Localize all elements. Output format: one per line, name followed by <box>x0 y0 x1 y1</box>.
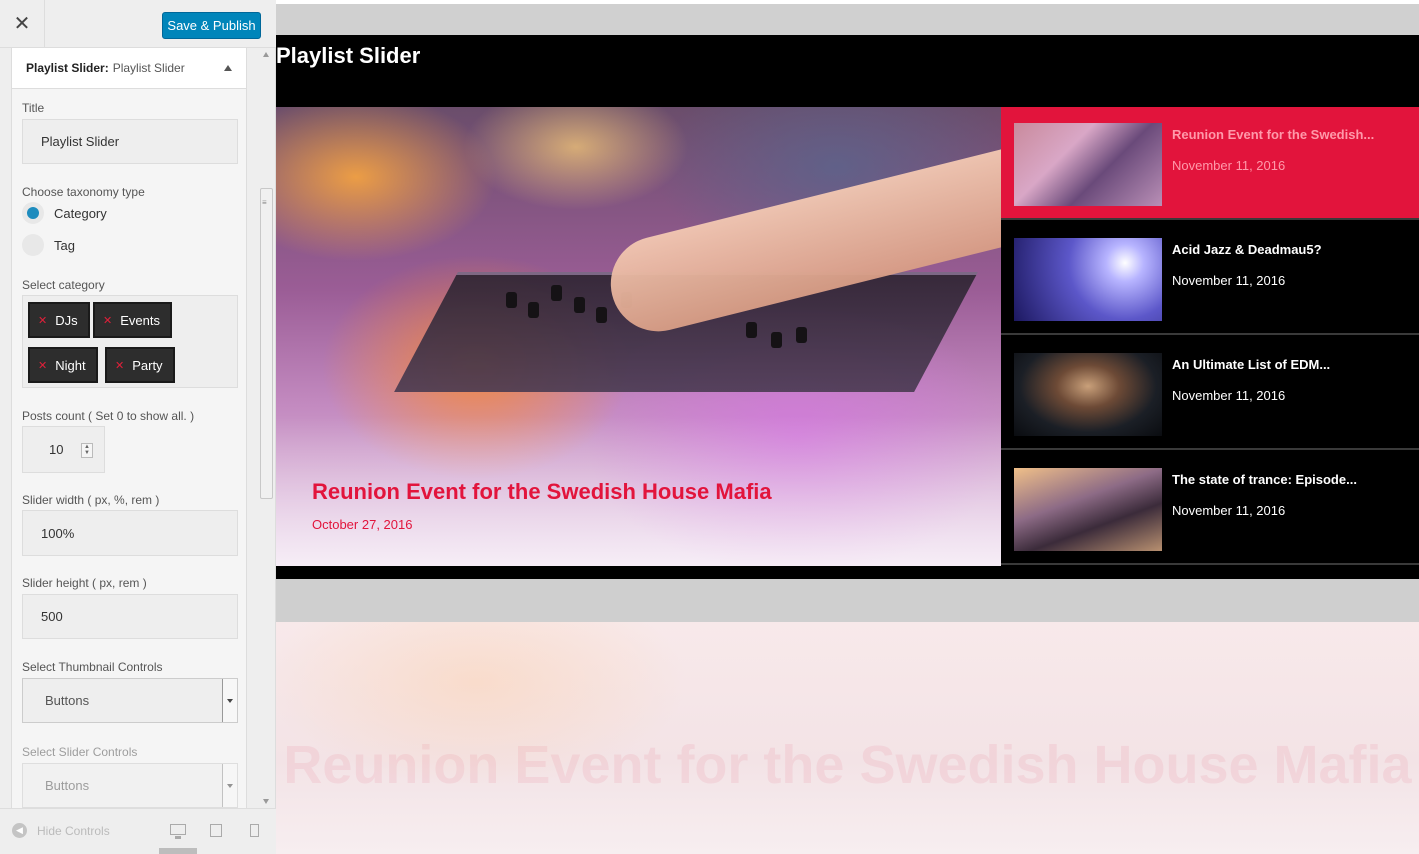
category-chip: ✕ DJs <box>28 302 90 338</box>
category-label: Select category <box>22 278 105 292</box>
grip-icon: ≡ <box>262 198 267 207</box>
taxonomy-option-category[interactable]: Category <box>22 202 107 224</box>
number-stepper[interactable]: ▲ ▼ <box>81 443 93 458</box>
category-chip: ✕ Night <box>28 347 98 383</box>
desktop-preview-icon[interactable] <box>170 824 186 839</box>
playlist-thumbnail <box>1014 123 1162 206</box>
playlist-item-title: Reunion Event for the Swedish... <box>1172 127 1375 142</box>
remove-icon[interactable]: ✕ <box>38 359 47 372</box>
remove-icon[interactable]: ✕ <box>38 314 47 327</box>
customizer-sidebar: ✕ Save & Publish Playlist Slider: Playlis… <box>0 0 276 854</box>
playlist-item[interactable]: Reunion Event for the Swedish... Novembe… <box>1001 107 1419 220</box>
slider-controls-select[interactable]: Buttons <box>22 763 238 808</box>
remove-icon[interactable]: ✕ <box>115 359 124 372</box>
radio-button[interactable] <box>22 234 44 256</box>
preview-divider-strip <box>276 579 1419 622</box>
playlist-slider-widget: Playlist Slider Reunion Event for the Sw… <box>276 35 1419 579</box>
playlist-item-title: An Ultimate List of EDM... <box>1172 357 1331 372</box>
thumbnail-controls-select[interactable]: Buttons <box>22 678 238 723</box>
preview-header-strip <box>276 4 1419 35</box>
title-input[interactable]: Playlist Slider <box>22 119 238 164</box>
slider-width-input[interactable]: 100% <box>22 510 238 556</box>
collapse-icon: ◀ <box>12 823 27 838</box>
close-icon[interactable]: ✕ <box>0 0 45 47</box>
playlist-item-date: November 11, 2016 <box>1172 503 1286 518</box>
faded-slider-preview: Reunion Event for the Swedish House Mafi… <box>276 622 1419 854</box>
category-chip: ✕ Party <box>105 347 175 383</box>
widget-title: Playlist Slider <box>276 43 421 68</box>
slider-height-label: Slider height ( px, rem ) <box>22 576 147 590</box>
playlist-item-title: Acid Jazz & Deadmau5? <box>1172 242 1322 257</box>
slider-controls-label: Select Slider Controls <box>22 745 138 759</box>
taxonomy-option-tag[interactable]: Tag <box>22 234 75 256</box>
widget-panel-title: Playlist Slider: Playlist Slider <box>26 61 185 75</box>
playlist-item-date: November 11, 2016 <box>1172 158 1286 173</box>
mobile-preview-icon[interactable] <box>250 824 259 837</box>
scroll-down-icon[interactable] <box>263 799 269 804</box>
playlist-thumbnail <box>1014 468 1162 551</box>
slider-height-input[interactable]: 500 <box>22 594 238 639</box>
taxonomy-label: Choose taxonomy type <box>22 185 145 199</box>
chevron-down-icon[interactable] <box>222 764 237 807</box>
tablet-preview-icon[interactable] <box>210 824 222 837</box>
customizer-footer: ◀ Hide Controls <box>0 808 276 854</box>
playlist-item-title: The state of trance: Episode... <box>1172 472 1357 487</box>
widget-panel-header[interactable]: Playlist Slider: Playlist Slider <box>12 48 246 89</box>
taxonomy-option-label: Category <box>54 205 107 221</box>
playlist-item-date: November 11, 2016 <box>1172 273 1286 288</box>
slider-width-label: Slider width ( px, %, rem ) <box>22 493 160 507</box>
scrollbar-thumb[interactable] <box>260 188 273 499</box>
faded-slide-title: Reunion Event for the Swedish House Mafi… <box>283 735 1412 795</box>
category-multiselect[interactable]: ✕ DJs ✕ Events ✕ Night ✕ Party <box>22 295 238 388</box>
main-slide-title[interactable]: Reunion Event for the Swedish House Mafi… <box>312 479 772 505</box>
playlist-item[interactable]: An Ultimate List of EDM... November 11, … <box>1001 337 1419 450</box>
chevron-down-icon[interactable] <box>222 679 237 722</box>
category-chip: ✕ Events <box>93 302 172 338</box>
main-slide-date: October 27, 2016 <box>312 517 413 532</box>
playlist-thumbnail <box>1014 238 1162 321</box>
widget-settings-panel: Playlist Slider: Playlist Slider Title Pl… <box>11 48 247 808</box>
save-publish-button[interactable]: Save & Publish <box>162 12 261 39</box>
panel-scrollbar[interactable]: ≡ <box>259 48 274 808</box>
posts-count-input[interactable]: 10 ▲ ▼ <box>22 426 105 473</box>
radio-button-selected[interactable] <box>22 202 44 224</box>
site-preview: Playlist Slider Reunion Event for the Sw… <box>276 0 1419 854</box>
device-indicator <box>159 848 197 854</box>
chevron-up-icon[interactable] <box>224 65 232 71</box>
title-label: Title <box>22 101 45 115</box>
playlist-item-date: November 11, 2016 <box>1172 388 1286 403</box>
playlist-item[interactable]: Acid Jazz & Deadmau5? November 11, 2016 <box>1001 222 1419 335</box>
scroll-up-icon[interactable] <box>263 52 269 57</box>
posts-count-label: Posts count ( Set 0 to show all. ) <box>22 409 195 423</box>
playlist-thumbnail <box>1014 353 1162 436</box>
taxonomy-option-label: Tag <box>54 237 75 253</box>
hide-controls-button[interactable]: ◀ Hide Controls <box>12 823 110 838</box>
main-slide[interactable]: Reunion Event for the Swedish House Mafi… <box>276 107 1001 566</box>
thumbnail-controls-label: Select Thumbnail Controls <box>22 660 163 674</box>
playlist-item[interactable]: The state of trance: Episode... November… <box>1001 452 1419 565</box>
customizer-header: ✕ Save & Publish <box>0 0 276 48</box>
remove-icon[interactable]: ✕ <box>103 314 112 327</box>
playlist-thumbnails: Reunion Event for the Swedish... Novembe… <box>1001 107 1419 566</box>
